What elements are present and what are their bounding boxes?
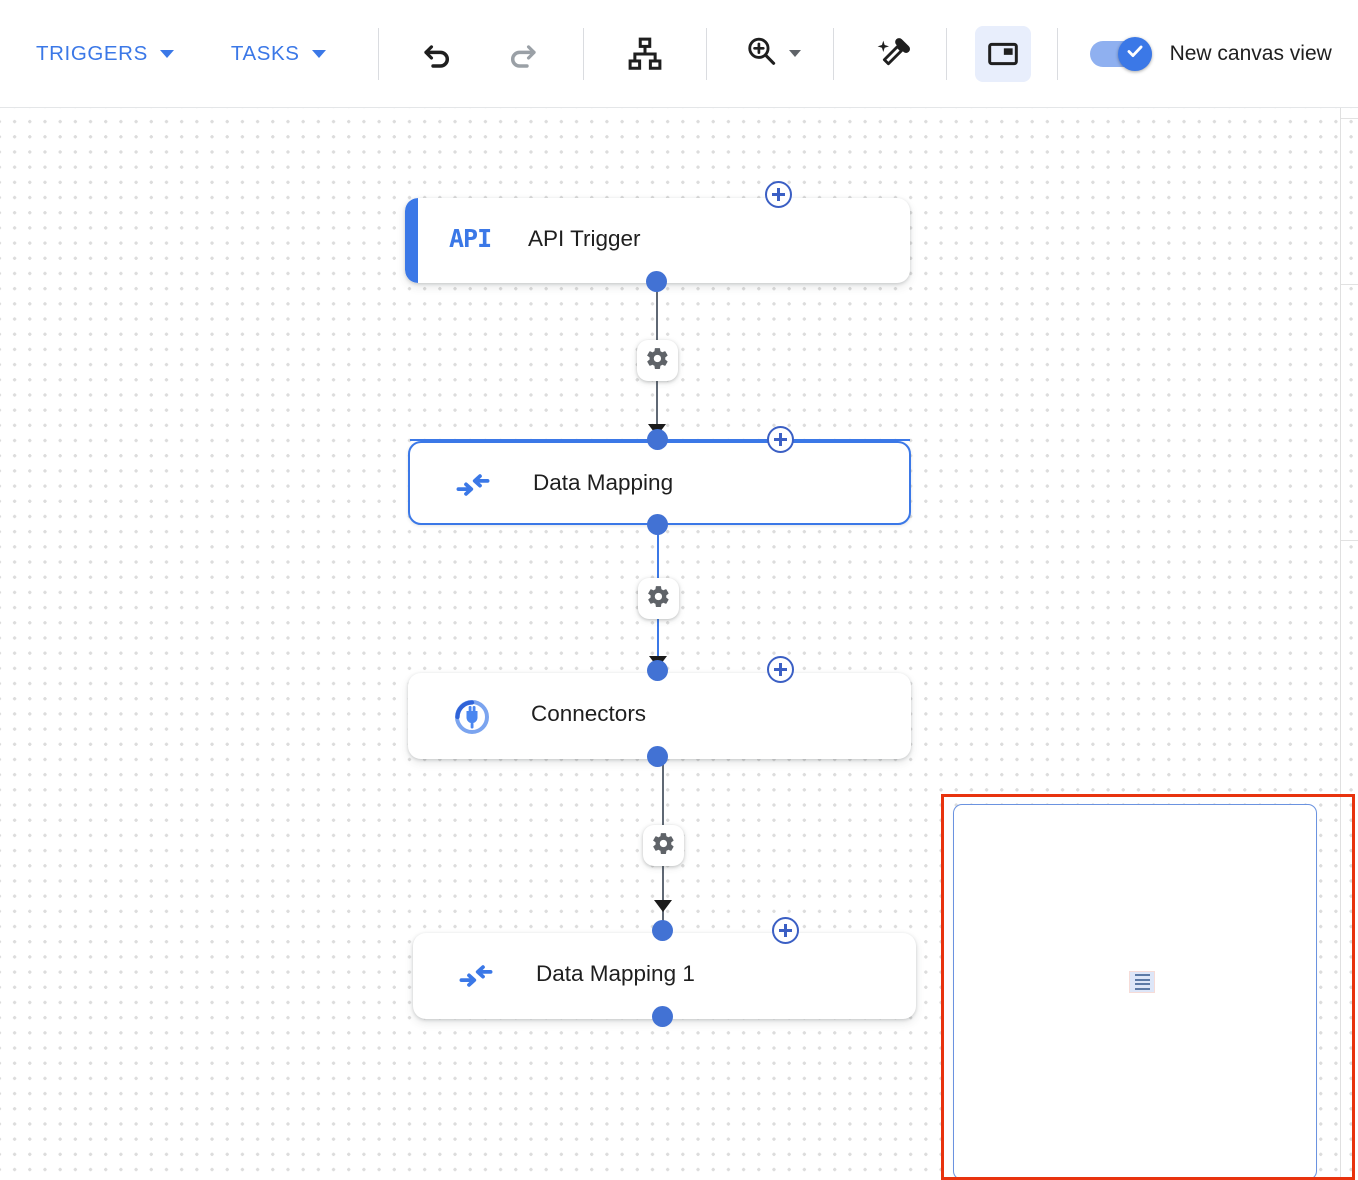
api-glyph-icon: API bbox=[449, 224, 492, 253]
node-output-port[interactable] bbox=[652, 1006, 673, 1027]
magic-wand-button[interactable] bbox=[864, 26, 920, 82]
connectors-plug-icon bbox=[452, 697, 492, 737]
panel-edge-line bbox=[1341, 540, 1358, 541]
node-label-data-mapping-1: Data Mapping 1 bbox=[536, 961, 695, 986]
auto-layout-icon bbox=[626, 35, 664, 73]
node-data-mapping[interactable]: Data Mapping bbox=[408, 441, 911, 525]
magic-wand-icon bbox=[874, 36, 910, 72]
chevron-down-icon bbox=[788, 50, 801, 57]
gear-icon bbox=[645, 346, 670, 376]
add-node-button[interactable] bbox=[765, 181, 792, 208]
node-input-port[interactable] bbox=[647, 429, 668, 450]
zoom-control[interactable] bbox=[739, 27, 805, 80]
add-node-button[interactable] bbox=[767, 426, 794, 453]
toggle-thumb bbox=[1117, 36, 1152, 71]
undo-button[interactable] bbox=[409, 26, 465, 82]
workflow-canvas[interactable]: API API Trigger Data Mapping Connectors … bbox=[0, 108, 1358, 1180]
chevron-down-icon bbox=[311, 49, 326, 58]
toolbar-divider bbox=[705, 27, 707, 80]
gear-icon bbox=[646, 584, 671, 614]
gear-icon bbox=[651, 831, 676, 861]
toolbar-divider bbox=[832, 27, 834, 80]
new-canvas-view-label: New canvas view bbox=[1169, 41, 1332, 65]
zoom-in-icon bbox=[743, 33, 779, 74]
edge-config-gear-2[interactable] bbox=[638, 578, 679, 619]
toolbar-divider bbox=[582, 27, 584, 80]
check-icon bbox=[1124, 40, 1146, 67]
node-output-port[interactable] bbox=[646, 271, 667, 292]
node-accent-bar bbox=[405, 198, 418, 283]
panel-edge-line bbox=[1341, 284, 1358, 285]
side-panel-icon bbox=[986, 37, 1020, 71]
undo-icon bbox=[418, 35, 456, 73]
redo-button[interactable] bbox=[495, 26, 551, 82]
toolbar-divider bbox=[1056, 27, 1058, 80]
add-node-button[interactable] bbox=[767, 656, 794, 683]
redo-icon bbox=[504, 35, 542, 73]
node-output-port[interactable] bbox=[647, 514, 668, 535]
triggers-menu-label: TRIGGERS bbox=[36, 41, 148, 65]
toolbar-divider bbox=[945, 27, 947, 80]
add-node-button[interactable] bbox=[772, 917, 799, 944]
triggers-menu[interactable]: TRIGGERS bbox=[34, 30, 176, 78]
node-label-api-trigger: API Trigger bbox=[528, 226, 641, 251]
new-canvas-view-toggle[interactable] bbox=[1089, 36, 1152, 71]
edge-config-gear-3[interactable] bbox=[643, 825, 684, 866]
edge-arrowhead bbox=[654, 900, 672, 912]
node-label-connectors: Connectors bbox=[531, 701, 647, 726]
tasks-menu-label: TASKS bbox=[230, 41, 300, 65]
data-mapping-icon bbox=[454, 466, 492, 504]
chevron-down-icon bbox=[159, 49, 174, 58]
node-input-port[interactable] bbox=[652, 920, 673, 941]
auto-layout-button[interactable] bbox=[617, 26, 673, 82]
toggle-side-panel-button[interactable] bbox=[974, 25, 1031, 82]
node-output-port[interactable] bbox=[647, 746, 668, 767]
node-input-port[interactable] bbox=[647, 660, 668, 681]
edge-config-gear-1[interactable] bbox=[637, 340, 678, 381]
list-view-icon[interactable] bbox=[1129, 971, 1155, 993]
node-label-data-mapping: Data Mapping bbox=[533, 470, 674, 495]
toolbar-divider bbox=[377, 27, 379, 80]
panel-edge-line bbox=[1341, 118, 1358, 119]
tasks-menu[interactable]: TASKS bbox=[229, 30, 328, 78]
data-mapping-icon bbox=[457, 957, 495, 995]
top-toolbar: TRIGGERS TASKS New canvas view bbox=[0, 0, 1358, 108]
